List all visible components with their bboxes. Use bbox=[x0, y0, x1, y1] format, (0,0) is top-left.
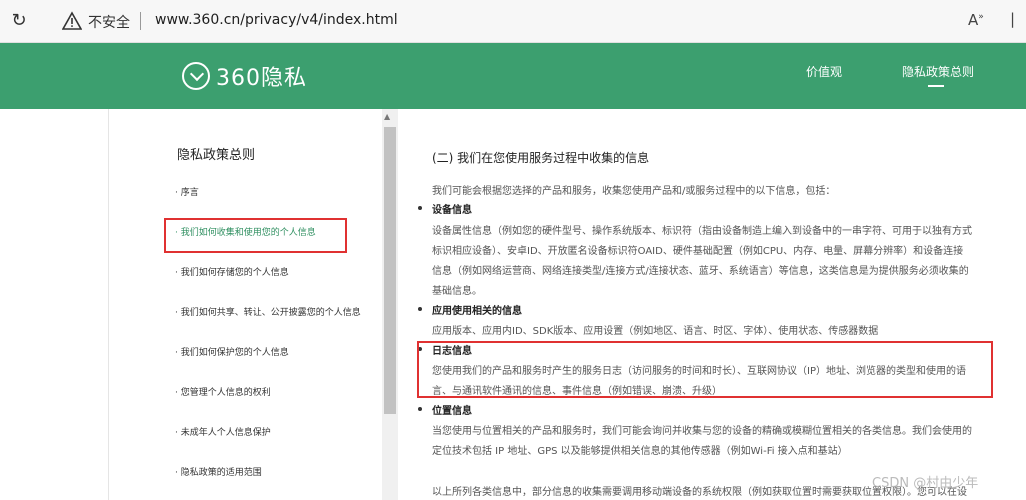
device-info-heading: 设备信息 bbox=[432, 205, 472, 216]
annotation-box-log-info bbox=[417, 341, 993, 398]
nav-item-values[interactable]: 价值观 bbox=[806, 63, 842, 80]
main-content: (二) 我们在您使用服务过程中收集的信息 我们可能会根据您选择的产品和服务，收集… bbox=[400, 109, 1026, 500]
location-info-line: 当您使用与位置相关的产品和服务时，我们可能会询问并收集与您的设备的精确或模糊位置… bbox=[432, 426, 972, 437]
site-header: 360隐私 价值观 隐私政策总则 bbox=[0, 43, 1026, 109]
sidebar: 隐私政策总则 · 序言 · 我们如何收集和使用您的个人信息 · 我们如何存储您的… bbox=[108, 109, 381, 500]
sidebar-item-scope[interactable]: · 隐私政策的适用范围 bbox=[175, 465, 262, 478]
security-label[interactable]: 不安全 bbox=[88, 12, 130, 32]
device-info-line: 基础信息。 bbox=[432, 286, 482, 297]
sidebar-item-protection[interactable]: · 我们如何保护您的个人信息 bbox=[175, 345, 289, 358]
logo-icon bbox=[182, 62, 210, 90]
logo-text: 360隐私 bbox=[216, 66, 307, 91]
more-icon[interactable]: | bbox=[1010, 10, 1015, 28]
bullet bbox=[418, 206, 422, 210]
address-divider bbox=[140, 12, 141, 30]
warning-icon[interactable] bbox=[62, 11, 82, 31]
sidebar-item-sharing[interactable]: · 我们如何共享、转让、公开披露您的个人信息 bbox=[175, 305, 361, 318]
location-info-heading: 位置信息 bbox=[432, 406, 472, 417]
browser-address-bar: ↻ 不安全 www.360.cn/privacy/v4/index.html A… bbox=[0, 0, 1026, 43]
sidebar-item-minors[interactable]: · 未成年人个人信息保护 bbox=[175, 425, 271, 438]
sidebar-title: 隐私政策总则 bbox=[177, 148, 256, 163]
reload-icon[interactable]: ↻ bbox=[8, 10, 30, 32]
device-info-line: 标识相应设备）、安卓ID、开放匿名设备标识符OAID、硬件基础配置（例如CPU、… bbox=[432, 246, 964, 257]
device-info-line: 设备属性信息（例如您的硬件型号、操作系统版本、标识符（指由设备制造上编入到设备中… bbox=[432, 226, 972, 237]
bullet bbox=[418, 307, 422, 311]
logo[interactable]: 360隐私 bbox=[182, 61, 307, 91]
sidebar-item-storage[interactable]: · 我们如何存储您的个人信息 bbox=[175, 265, 289, 278]
nav-active-indicator bbox=[928, 85, 944, 87]
scrollbar-thumb[interactable] bbox=[384, 127, 396, 414]
app-info-heading: 应用使用相关的信息 bbox=[432, 306, 522, 317]
annotation-box-sidebar bbox=[164, 218, 347, 253]
intro-text: 我们可能会根据您选择的产品和服务，收集您使用产品和/或服务过程中的以下信息，包括… bbox=[432, 186, 836, 197]
device-info-line: 信息（例如网络运营商、网络连接类型/连接方式/连接状态、蓝牙、系统语言）等信息，… bbox=[432, 266, 969, 277]
location-info-line: 定位技术包括 IP 地址、GPS 以及能够提供相关信息的其他传感器（例如Wi-F… bbox=[432, 446, 848, 457]
sidebar-item-rights[interactable]: · 您管理个人信息的权利 bbox=[175, 385, 271, 398]
nav-item-privacy-policy[interactable]: 隐私政策总则 bbox=[902, 63, 974, 80]
scroll-up-icon[interactable]: ▲ bbox=[384, 112, 390, 121]
app-info-line: 应用版本、应用内ID、SDK版本、应用设置（例如地区、语言、时区、字体）、使用状… bbox=[432, 326, 879, 337]
read-aloud-icon[interactable]: A» bbox=[968, 11, 984, 29]
section-title: (二) 我们在您使用服务过程中收集的信息 bbox=[432, 151, 650, 165]
url-field[interactable]: www.360.cn/privacy/v4/index.html bbox=[155, 12, 398, 28]
bullet bbox=[418, 407, 422, 411]
sidebar-item-preface[interactable]: · 序言 bbox=[175, 185, 199, 198]
watermark: CSDN @村由少年 bbox=[872, 476, 979, 491]
